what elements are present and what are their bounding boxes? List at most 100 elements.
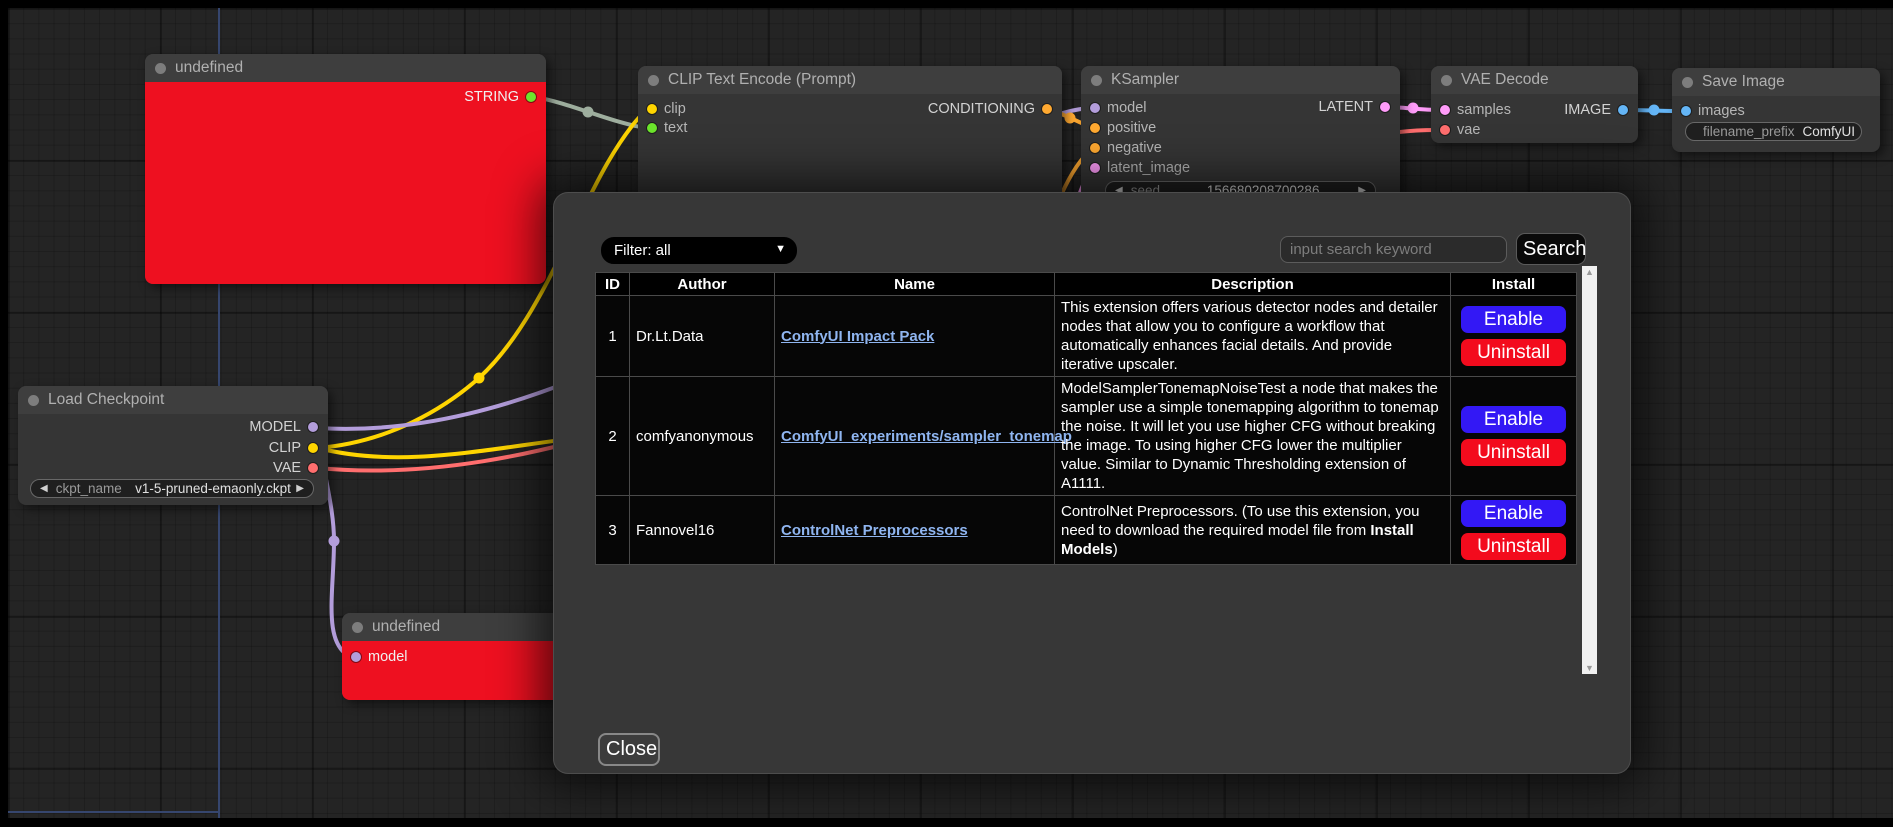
vae-input-dot[interactable] [1440, 125, 1450, 135]
node-title: Save Image [1702, 73, 1785, 91]
output-slot-vae[interactable]: VAE [273, 459, 318, 477]
widget-arrow-left-icon[interactable]: ◀ [40, 483, 48, 494]
collapse-dot-icon[interactable] [352, 622, 363, 633]
image-output-dot[interactable] [1618, 105, 1628, 115]
node-title: undefined [175, 59, 243, 77]
samples-input-dot[interactable] [1440, 105, 1450, 115]
widget-value: v1-5-pruned-emaonly.ckpt [130, 481, 297, 496]
input-slot-clip[interactable]: clip [647, 100, 686, 118]
node-title-bar[interactable]: Save Image [1672, 68, 1880, 96]
cell-description: This extension offers various detector n… [1055, 296, 1451, 377]
comfyui-app: undefined STRING CLIP Text Encode (Promp… [0, 0, 1893, 827]
uninstall-button[interactable]: Uninstall [1461, 439, 1566, 466]
slot-label: CLIP [269, 440, 301, 456]
conditioning-output-dot[interactable] [1042, 104, 1052, 114]
slot-label: positive [1107, 120, 1156, 136]
output-slot-image[interactable]: IMAGE [1564, 101, 1628, 119]
cell-name: ComfyUI Impact Pack [775, 296, 1055, 377]
node-title-bar[interactable]: KSampler [1081, 66, 1400, 94]
model-output-dot[interactable] [308, 422, 318, 432]
input-slot-latent-image[interactable]: latent_image [1090, 159, 1190, 177]
cell-id: 1 [596, 296, 630, 377]
cell-name: ControlNet Preprocessors [775, 496, 1055, 565]
collapse-dot-icon[interactable] [1441, 75, 1452, 86]
model-input-dot[interactable] [351, 652, 361, 662]
slot-label: model [1107, 100, 1147, 116]
vertical-scrollbar[interactable]: ▲ ▼ [1582, 266, 1597, 674]
node-undefined-top[interactable]: undefined STRING [145, 54, 546, 284]
scroll-up-icon[interactable]: ▲ [1585, 266, 1594, 278]
input-slot-vae[interactable]: vae [1440, 121, 1480, 139]
node-title-bar[interactable]: VAE Decode [1431, 66, 1638, 94]
extension-table: ID Author Name Description Install 1 Dr.… [595, 272, 1577, 565]
filter-select[interactable]: Filter: all [601, 237, 797, 264]
images-input-dot[interactable] [1681, 106, 1691, 116]
slot-label: vae [1457, 122, 1480, 138]
node-error-body [145, 82, 546, 284]
clip-output-dot[interactable] [308, 443, 318, 453]
latent-output-dot[interactable] [1380, 102, 1390, 112]
ckpt-name-widget[interactable]: ◀ ckpt_name v1-5-pruned-emaonly.ckpt ▶ [30, 479, 314, 498]
node-title: VAE Decode [1461, 71, 1549, 89]
cell-author: Dr.Lt.Data [630, 296, 775, 377]
uninstall-button[interactable]: Uninstall [1461, 339, 1566, 366]
search-input[interactable] [1280, 236, 1507, 263]
extension-link[interactable]: ControlNet Preprocessors [781, 522, 968, 539]
slot-label: VAE [273, 460, 301, 476]
extension-link[interactable]: ComfyUI_experiments/sampler_tonemap [781, 428, 1072, 445]
output-slot-string[interactable]: STRING [464, 88, 536, 106]
close-button[interactable]: Close [598, 733, 660, 766]
vae-output-dot[interactable] [308, 463, 318, 473]
input-slot-negative[interactable]: negative [1090, 139, 1162, 157]
slot-label: IMAGE [1564, 102, 1611, 118]
slot-label: latent_image [1107, 160, 1190, 176]
output-slot-conditioning[interactable]: CONDITIONING [928, 100, 1052, 118]
enable-button[interactable]: Enable [1461, 500, 1566, 527]
node-title: KSampler [1111, 71, 1179, 89]
collapse-dot-icon[interactable] [28, 395, 39, 406]
uninstall-button[interactable]: Uninstall [1461, 533, 1566, 560]
cell-id: 3 [596, 496, 630, 565]
cell-name: ComfyUI_experiments/sampler_tonemap [775, 377, 1055, 496]
node-vae-decode[interactable]: VAE Decode samples vae IMAGE [1431, 66, 1638, 143]
positive-input-dot[interactable] [1090, 123, 1100, 133]
table-header-row: ID Author Name Description Install [596, 273, 1577, 296]
input-slot-samples[interactable]: samples [1440, 101, 1511, 119]
latent-input-dot[interactable] [1090, 163, 1100, 173]
node-load-checkpoint[interactable]: Load Checkpoint MODEL CLIP VAE ◀ ckpt_na… [18, 386, 328, 505]
output-slot-model[interactable]: MODEL [249, 418, 318, 436]
input-slot-positive[interactable]: positive [1090, 119, 1156, 137]
slot-label: CONDITIONING [928, 101, 1035, 117]
node-title-bar[interactable]: Load Checkpoint [18, 386, 328, 414]
collapse-dot-icon[interactable] [1091, 75, 1102, 86]
node-title-bar[interactable]: undefined [145, 54, 546, 82]
scroll-down-icon[interactable]: ▼ [1585, 662, 1594, 674]
widget-name: filename_prefix [1703, 124, 1795, 139]
widget-name: ckpt_name [56, 481, 122, 496]
clip-input-dot[interactable] [647, 104, 657, 114]
input-slot-model[interactable]: model [1090, 99, 1147, 117]
slot-label: MODEL [249, 419, 301, 435]
enable-button[interactable]: Enable [1461, 306, 1566, 333]
filename-prefix-widget[interactable]: filename_prefix ComfyUI [1685, 122, 1862, 141]
input-slot-model[interactable]: model [351, 648, 408, 666]
collapse-dot-icon[interactable] [155, 63, 166, 74]
collapse-dot-icon[interactable] [1682, 77, 1693, 88]
string-output-dot[interactable] [526, 92, 536, 102]
search-button[interactable]: Search [1516, 233, 1586, 265]
negative-input-dot[interactable] [1090, 143, 1100, 153]
widget-arrow-right-icon[interactable]: ▶ [296, 483, 304, 494]
input-slot-images[interactable]: images [1681, 102, 1745, 120]
collapse-dot-icon[interactable] [648, 75, 659, 86]
output-slot-clip[interactable]: CLIP [269, 439, 318, 457]
col-header-install: Install [1451, 273, 1577, 296]
enable-button[interactable]: Enable [1461, 406, 1566, 433]
node-title: undefined [372, 618, 440, 636]
input-slot-text[interactable]: text [647, 119, 687, 137]
model-input-dot[interactable] [1090, 103, 1100, 113]
node-save-image[interactable]: Save Image images filename_prefix ComfyU… [1672, 68, 1880, 152]
extension-link[interactable]: ComfyUI Impact Pack [781, 328, 934, 345]
text-input-dot[interactable] [647, 123, 657, 133]
node-title-bar[interactable]: CLIP Text Encode (Prompt) [638, 66, 1062, 94]
output-slot-latent[interactable]: LATENT [1318, 98, 1390, 116]
